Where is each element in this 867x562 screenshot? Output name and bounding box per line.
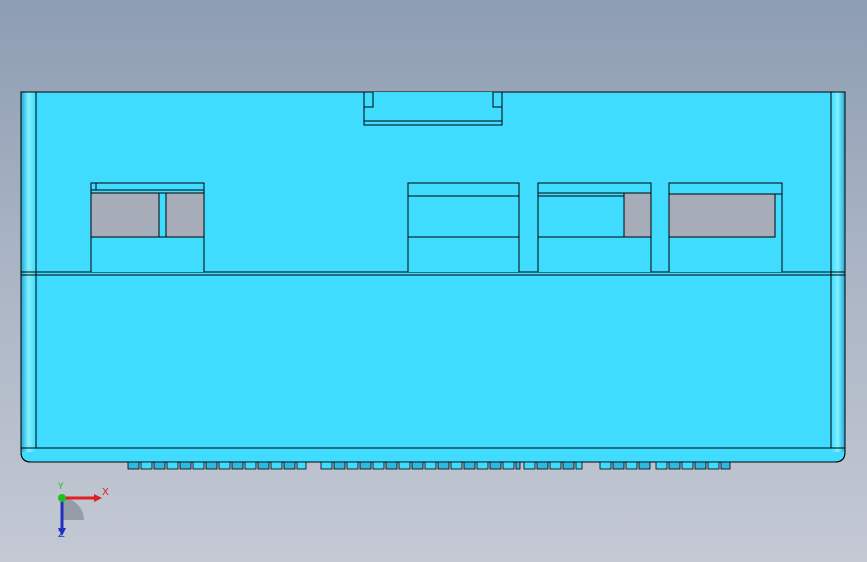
pin bbox=[625, 461, 638, 470]
pin bbox=[668, 461, 681, 470]
pin bbox=[244, 461, 257, 470]
pin bbox=[694, 461, 707, 470]
pin bbox=[612, 461, 625, 470]
pin bbox=[502, 461, 515, 470]
pin bbox=[515, 461, 521, 470]
pin bbox=[166, 461, 179, 470]
pin bbox=[562, 461, 575, 470]
top-latch bbox=[363, 91, 503, 126]
pin bbox=[681, 461, 694, 470]
pin bbox=[437, 461, 450, 470]
pin bbox=[192, 461, 205, 470]
pin bbox=[549, 461, 562, 470]
pin bbox=[270, 461, 283, 470]
cavity-windows bbox=[90, 182, 783, 273]
pin bbox=[575, 461, 583, 470]
pin bbox=[372, 461, 385, 470]
pin bbox=[707, 461, 720, 470]
pin bbox=[333, 461, 346, 470]
pin bbox=[536, 461, 549, 470]
pin bbox=[720, 461, 731, 470]
connector-body bbox=[20, 91, 846, 463]
pin bbox=[463, 461, 476, 470]
pin bbox=[153, 461, 166, 470]
pin bbox=[320, 461, 333, 470]
pin bbox=[489, 461, 502, 470]
pin bbox=[450, 461, 463, 470]
pin bbox=[523, 461, 536, 470]
pin bbox=[127, 461, 140, 470]
z-axis-label: Z bbox=[58, 529, 65, 540]
pin bbox=[257, 461, 270, 470]
pin bbox=[385, 461, 398, 470]
pin bbox=[218, 461, 231, 470]
pin bbox=[231, 461, 244, 470]
pin bbox=[179, 461, 192, 470]
pin bbox=[599, 461, 612, 470]
y-axis-label: Y bbox=[58, 482, 64, 492]
pin bbox=[398, 461, 411, 470]
pin bbox=[424, 461, 437, 470]
pin bbox=[655, 461, 668, 470]
pin bbox=[140, 461, 153, 470]
pin bbox=[359, 461, 372, 470]
pin-row bbox=[127, 461, 731, 470]
x-axis-label: X bbox=[102, 487, 109, 498]
pin bbox=[476, 461, 489, 470]
pin bbox=[638, 461, 651, 470]
pin bbox=[205, 461, 218, 470]
part-model[interactable] bbox=[0, 0, 867, 562]
pin bbox=[411, 461, 424, 470]
pin bbox=[346, 461, 359, 470]
graphics-viewport[interactable]: X Y Z bbox=[0, 0, 867, 562]
pin bbox=[296, 461, 307, 470]
pin bbox=[283, 461, 296, 470]
